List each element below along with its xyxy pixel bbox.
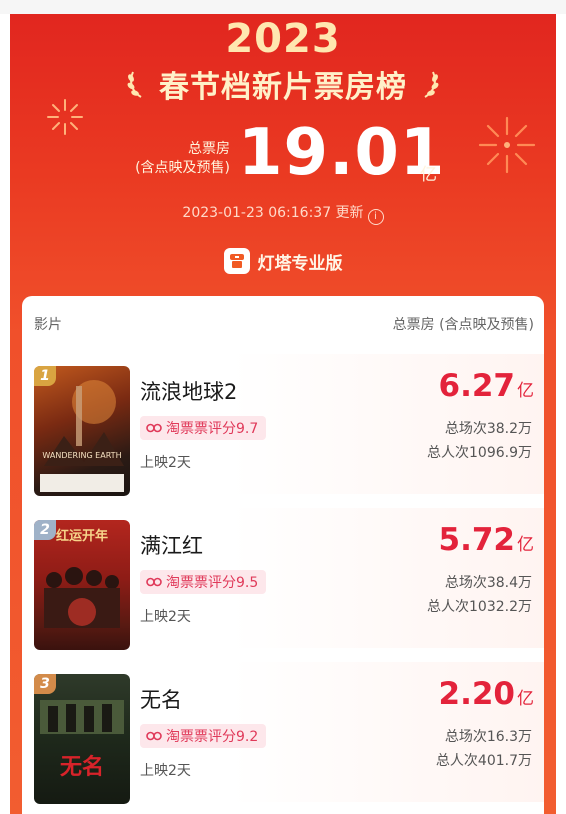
release-days: 上映2天: [140, 763, 191, 779]
movie-title[interactable]: 流浪地球2: [140, 376, 237, 406]
poster-tagline: 红运开年: [56, 528, 108, 544]
update-time[interactable]: 2023-01-23 06:16:37 更新 i: [10, 202, 556, 225]
box-office-unit: 亿: [517, 381, 534, 401]
column-box-office: 总票房 (含点映及预售): [392, 317, 534, 333]
movie-row[interactable]: 无名 3 无名 淘票票评分9.2 上映2天 2.20 亿 总场次16.3万 总人次…: [22, 662, 544, 804]
info-icon[interactable]: i: [367, 209, 384, 225]
total-shows: 总场次38.4万: [444, 575, 532, 591]
box-office-unit: 亿: [517, 535, 534, 555]
movie-row[interactable]: WANDERING EARTH 1 流浪地球2 淘票票评分9.7 上映2天 6.…: [22, 354, 544, 496]
rating-text: 淘票票评分9.7: [166, 421, 259, 437]
title-text: 春节档新片票房榜: [159, 70, 407, 105]
total-unit: 亿: [420, 165, 437, 185]
rating-text: 淘票票评分9.2: [166, 729, 259, 745]
release-days: 上映2天: [140, 609, 191, 625]
total-audience: 总人次401.7万: [435, 753, 532, 769]
rank-badge: 1: [34, 366, 56, 386]
list-header: 影片 总票房 (含点映及预售): [22, 296, 544, 350]
box-office-unit: 亿: [517, 689, 534, 709]
status-strip: [0, 0, 566, 14]
box-office-value: 6.27: [438, 368, 516, 404]
poster-tagline: WANDERING EARTH: [42, 451, 121, 460]
rating-badge: 淘票票评分9.5: [140, 570, 267, 594]
ranking-page: 2023 春节档新片票房榜 总票房 (含点映及预售) 19.01 亿 2023-…: [10, 14, 556, 814]
movie-title[interactable]: 满江红: [140, 530, 203, 560]
event-year: 2023: [225, 16, 341, 62]
taopiaopiao-icon: [146, 577, 162, 587]
total-audience: 总人次1096.9万: [427, 445, 532, 461]
movie-box-office: 5.72 亿: [439, 522, 535, 558]
taopiaopiao-icon: [146, 423, 162, 433]
laurel-left-icon: [127, 71, 142, 98]
brand-name: 灯塔专业版: [257, 253, 343, 274]
total-box-office: 总票房 (含点映及预售) 19.01 亿: [10, 116, 556, 196]
total-audience: 总人次1032.2万: [427, 599, 532, 615]
column-movie: 影片: [34, 317, 62, 333]
rating-badge: 淘票票评分9.2: [140, 724, 267, 748]
movie-title[interactable]: 无名: [140, 684, 182, 714]
total-shows: 总场次16.3万: [444, 729, 532, 745]
total-label-note: (含点映及预售): [135, 160, 230, 176]
taopiaopiao-icon: [146, 731, 162, 741]
total-label-main: 总票房: [188, 141, 230, 157]
box-office-value: 2.20: [438, 676, 516, 712]
rating-badge: 淘票票评分9.7: [140, 416, 267, 440]
release-days: 上映2天: [140, 455, 191, 471]
movie-box-office: 6.27 亿: [439, 368, 535, 404]
total-value: 19.01: [238, 116, 446, 190]
poster-tagline: 无名: [60, 754, 104, 780]
box-office-value: 5.72: [438, 522, 516, 558]
movie-box-office: 2.20 亿: [439, 676, 535, 712]
laurel-right-icon: [424, 71, 439, 98]
page-title: 春节档新片票房榜: [10, 64, 556, 105]
update-time-text: 2023-01-23 06:16:37 更新: [182, 205, 364, 221]
lighthouse-logo-icon: [223, 248, 250, 274]
ranking-card: 影片 总票房 (含点映及预售) WANDERING EARTH 1 流浪地球2: [22, 296, 544, 814]
total-shows: 总场次38.2万: [444, 421, 532, 437]
movie-row[interactable]: 红运开年 2 满江红 淘票票评分9.5 上映2天 5.72 亿 总场次38.4万…: [22, 508, 544, 650]
total-label: 总票房 (含点映及预售): [120, 140, 230, 178]
rank-badge: 2: [34, 520, 56, 540]
rating-text: 淘票票评分9.5: [166, 575, 259, 591]
brand-row: 灯塔专业版: [10, 246, 556, 276]
rank-badge: 3: [34, 674, 56, 694]
